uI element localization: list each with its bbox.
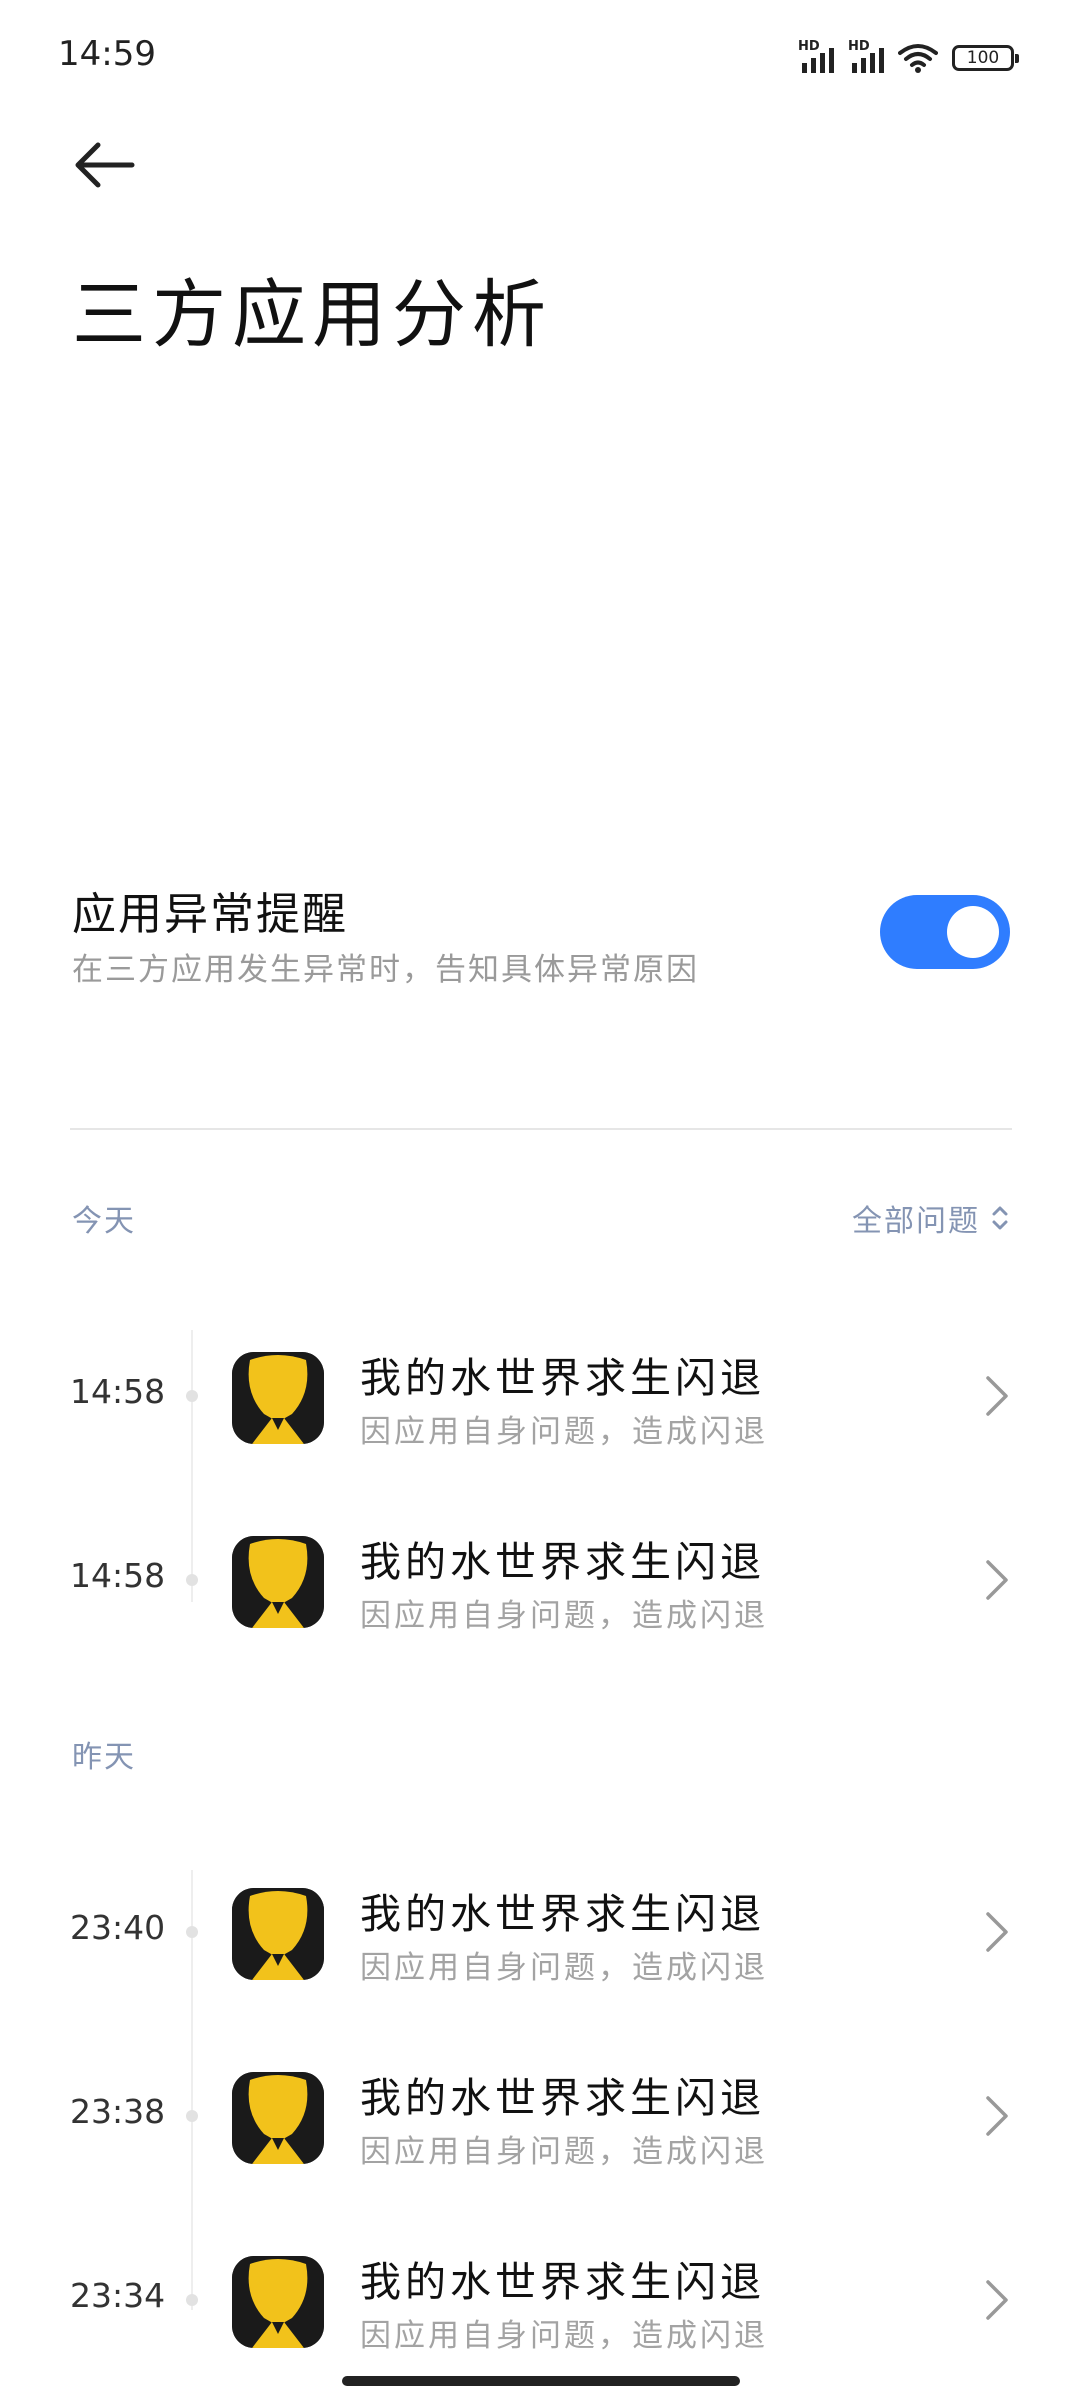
- filter-dropdown[interactable]: 全部问题: [852, 1196, 1010, 1240]
- page-title: 三方应用分析: [72, 272, 552, 358]
- setting-subtitle: 在三方应用发生异常时，告知具体异常原因: [72, 952, 699, 988]
- arrow-left-icon[interactable]: [70, 140, 140, 190]
- hd-label: HD: [848, 39, 870, 54]
- item-title: 我的水世界求生闪退: [360, 2258, 765, 2306]
- list-item[interactable]: 23:38 我的水世界求生闪退 因应用自身问题，造成闪退: [0, 2044, 1080, 2184]
- item-desc: 因应用自身问题，造成闪退: [360, 1414, 768, 1450]
- item-time: 23:38: [70, 2092, 166, 2131]
- list-item[interactable]: 23:40 我的水世界求生闪退 因应用自身问题，造成闪退: [0, 1860, 1080, 2000]
- timeline-dot: [186, 1390, 198, 1402]
- item-title: 我的水世界求生闪退: [360, 1890, 765, 1938]
- item-desc: 因应用自身问题，造成闪退: [360, 1950, 768, 1986]
- chevron-right-icon: [986, 1376, 1008, 1416]
- toggle-knob: [947, 906, 999, 958]
- item-desc: 因应用自身问题，造成闪退: [360, 2134, 768, 2170]
- app-anomaly-toggle[interactable]: [880, 895, 1010, 969]
- home-indicator[interactable]: [342, 2376, 740, 2386]
- app-icon: [232, 2256, 324, 2348]
- item-title: 我的水世界求生闪退: [360, 1354, 765, 1402]
- item-time: 23:40: [70, 1908, 166, 1947]
- app-icon: [232, 1888, 324, 1980]
- chevron-right-icon: [986, 2096, 1008, 2136]
- timeline-dot: [186, 1926, 198, 1938]
- app-icon: [232, 1536, 324, 1628]
- battery-icon: 100: [952, 45, 1019, 71]
- item-time: 23:34: [70, 2276, 166, 2315]
- filter-label: 全部问题: [852, 1204, 980, 1239]
- chevron-updown-icon: [992, 1206, 1008, 1230]
- section-label-yesterday: 昨天: [72, 1740, 136, 1775]
- chevron-right-icon: [986, 1912, 1008, 1952]
- list-item[interactable]: 14:58 我的水世界求生闪退 因应用自身问题，造成闪退: [0, 1508, 1080, 1648]
- item-title: 我的水世界求生闪退: [360, 1538, 765, 1586]
- wifi-icon: [898, 44, 938, 73]
- item-title: 我的水世界求生闪退: [360, 2074, 765, 2122]
- signal-icon: HD: [798, 39, 834, 73]
- timeline-dot: [186, 2110, 198, 2122]
- status-icons: HD HD 100: [798, 38, 1019, 78]
- list-item[interactable]: 23:34 我的水世界求生闪退 因应用自身问题，造成闪退: [0, 2228, 1080, 2368]
- app-icon: [232, 2072, 324, 2164]
- item-desc: 因应用自身问题，造成闪退: [360, 2318, 768, 2354]
- timeline-dot: [186, 2294, 198, 2306]
- signal-icon: HD: [848, 39, 884, 73]
- status-time: 14:59: [58, 34, 156, 74]
- divider: [70, 1128, 1012, 1130]
- app-icon: [232, 1352, 324, 1444]
- item-time: 14:58: [70, 1372, 166, 1411]
- setting-title: 应用异常提醒: [72, 889, 348, 940]
- timeline-dot: [186, 1574, 198, 1586]
- chevron-right-icon: [986, 2280, 1008, 2320]
- item-desc: 因应用自身问题，造成闪退: [360, 1598, 768, 1634]
- list-item[interactable]: 14:58 我的水世界求生闪退 因应用自身问题，造成闪退: [0, 1324, 1080, 1464]
- item-time: 14:58: [70, 1556, 166, 1595]
- section-label-today: 今天: [72, 1204, 136, 1239]
- chevron-right-icon: [986, 1560, 1008, 1600]
- hd-label: HD: [798, 39, 820, 54]
